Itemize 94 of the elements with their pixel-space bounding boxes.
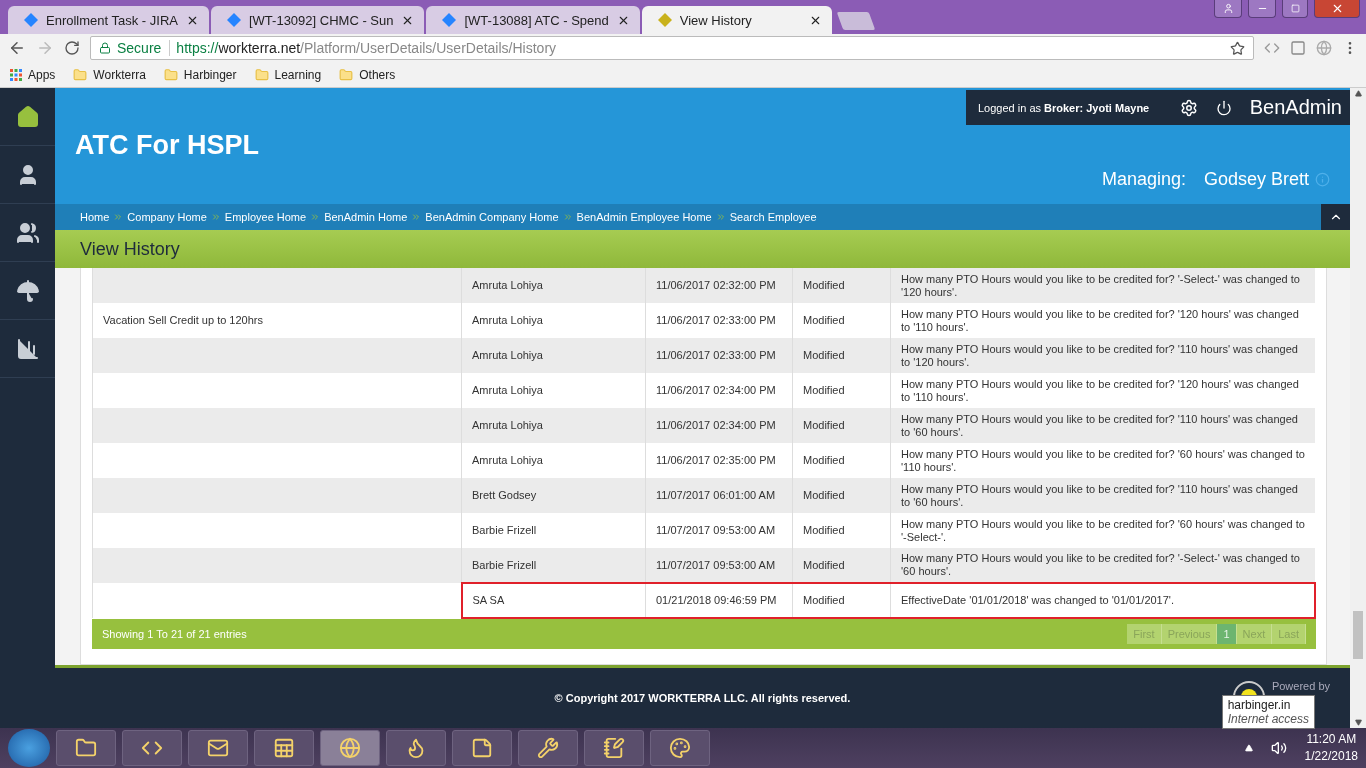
profile-button[interactable] bbox=[1214, 0, 1242, 18]
lock-icon bbox=[99, 42, 111, 54]
scroll-down-icon[interactable] bbox=[1354, 719, 1362, 726]
taskbar-button[interactable] bbox=[254, 730, 314, 766]
bookmark-link[interactable]: Learning bbox=[254, 67, 322, 82]
taskbar-button[interactable] bbox=[386, 730, 446, 766]
bookmark-link[interactable]: Harbinger bbox=[163, 67, 237, 82]
power-icon[interactable] bbox=[1215, 99, 1232, 116]
breadcrumb-link[interactable]: BenAdmin Employee Home bbox=[576, 211, 712, 223]
volume-icon[interactable] bbox=[1270, 740, 1287, 756]
home-icon bbox=[15, 104, 40, 129]
separator-icon bbox=[210, 212, 221, 222]
bar-chart-icon bbox=[15, 336, 40, 361]
pagination-button[interactable]: 1 bbox=[1217, 624, 1237, 644]
separator-icon bbox=[411, 212, 422, 222]
browser-tab[interactable]: Enrollment Task - JIRA bbox=[8, 6, 209, 34]
reload-icon[interactable] bbox=[64, 40, 80, 56]
diamond-icon bbox=[442, 13, 457, 27]
page-title: View History bbox=[55, 230, 1350, 268]
browser-tab[interactable]: [WT-13092] CHMC - Sun bbox=[210, 6, 425, 34]
diamond-icon bbox=[24, 13, 38, 27]
scroll-up-icon[interactable] bbox=[1354, 90, 1362, 97]
taskbar-button[interactable] bbox=[518, 730, 578, 766]
table-cell: SA SA bbox=[461, 583, 646, 618]
notepad-icon bbox=[603, 737, 625, 759]
separator-icon bbox=[310, 212, 321, 222]
scrollbar[interactable] bbox=[1350, 88, 1366, 728]
secure-label: Secure bbox=[117, 40, 171, 56]
globe-icon bbox=[339, 737, 361, 759]
breadcrumb-link[interactable]: BenAdmin Home bbox=[324, 211, 408, 223]
browser-tab[interactable]: [WT-13088] ATC - Spend bbox=[426, 6, 640, 34]
entries-summary: Showing 1 To 21 of 21 entries bbox=[102, 628, 247, 640]
people-icon bbox=[15, 220, 40, 245]
minimize-button[interactable] bbox=[1248, 0, 1276, 18]
taskbar-button[interactable] bbox=[584, 730, 644, 766]
taskbar-button[interactable] bbox=[56, 730, 116, 766]
diamond-icon bbox=[657, 13, 672, 27]
folder-icon bbox=[339, 67, 354, 82]
taskbar-button[interactable] bbox=[188, 730, 248, 766]
taskbar-button[interactable] bbox=[122, 730, 182, 766]
taskbar-button[interactable] bbox=[320, 730, 380, 766]
folder-icon bbox=[75, 737, 97, 759]
folder-icon bbox=[73, 67, 88, 82]
company-title: ATC For HSPL bbox=[74, 129, 259, 161]
powered-by-text: Powered by bbox=[1271, 680, 1330, 692]
tray-arrow-icon[interactable] bbox=[1244, 744, 1253, 752]
breadcrumb-link[interactable]: Home bbox=[80, 211, 110, 223]
table-cell: How many PTO Hours would you like to be credited for? '-Select-' was changed to '60 hours'. bbox=[890, 548, 1315, 583]
maximize-button[interactable] bbox=[1282, 0, 1308, 18]
breadcrumb-link[interactable]: BenAdmin Company Home bbox=[425, 211, 559, 223]
login-text: Logged in as Broker: Jyoti Mayne bbox=[978, 101, 1151, 114]
bookmark-link[interactable]: Workterra bbox=[73, 67, 146, 82]
address-bar[interactable]: Secure https://workterra.net/Platform/UserDetails/UserDetails/History bbox=[90, 36, 1254, 60]
umbrella-icon bbox=[15, 278, 40, 303]
table-cell: Barbie Frizell bbox=[461, 548, 646, 583]
tooltip: harbinger.in Internet access bbox=[1221, 695, 1315, 729]
diamond-icon bbox=[226, 13, 241, 27]
sticky-note-icon bbox=[471, 737, 493, 759]
person-icon bbox=[1222, 3, 1234, 14]
new-tab-button[interactable] bbox=[836, 12, 876, 30]
separator-icon bbox=[715, 212, 726, 222]
grid-icon bbox=[10, 68, 22, 81]
mail-icon bbox=[207, 737, 229, 759]
taskbar-button[interactable] bbox=[650, 730, 710, 766]
taskbar-button[interactable] bbox=[452, 730, 512, 766]
table-cell: 11/07/2017 09:53:00 AM bbox=[645, 548, 793, 583]
scrollbar-thumb[interactable] bbox=[1353, 611, 1363, 659]
folder-icon bbox=[163, 67, 178, 82]
star-icon[interactable] bbox=[1230, 40, 1245, 56]
table-cell: EffectiveDate '01/01/2018' was changed to '01/01/2017'. bbox=[890, 583, 1315, 618]
separator-icon bbox=[113, 212, 124, 222]
managing-name: Godsey Brett bbox=[1203, 169, 1309, 190]
bookmark-link[interactable]: Apps bbox=[10, 67, 56, 82]
url-text: https://workterra.net/Platform/UserDetails/UserDetails/History bbox=[176, 40, 557, 56]
managing-label: Managing: bbox=[1101, 169, 1186, 190]
back-icon[interactable] bbox=[8, 39, 26, 57]
browser-tab[interactable]: View History bbox=[641, 6, 832, 34]
separator-icon bbox=[562, 212, 573, 222]
spreadsheet-icon bbox=[273, 737, 295, 759]
settings-icon[interactable] bbox=[1179, 98, 1198, 117]
wrench-icon bbox=[537, 737, 559, 759]
breadcrumb-link[interactable]: Search Employee bbox=[729, 211, 817, 223]
breadcrumb-link[interactable]: Company Home bbox=[127, 211, 207, 223]
app-name: BenAdmin bbox=[1249, 96, 1342, 119]
folder-icon bbox=[254, 67, 269, 82]
breadcrumb-link[interactable]: Employee Home bbox=[224, 211, 307, 223]
copyright-text: © Copyright 2017 WORKTERRA LLC. All rights reserved. bbox=[554, 692, 851, 704]
maximize-icon bbox=[1290, 4, 1300, 13]
start-button[interactable] bbox=[8, 729, 50, 767]
table-cell: Modified bbox=[792, 548, 891, 583]
clock[interactable]: 11:20 AM 1/22/2018 bbox=[1304, 731, 1358, 765]
palette-icon bbox=[669, 737, 691, 759]
close-button[interactable] bbox=[1314, 0, 1360, 18]
bookmark-link[interactable]: Others bbox=[339, 67, 396, 82]
